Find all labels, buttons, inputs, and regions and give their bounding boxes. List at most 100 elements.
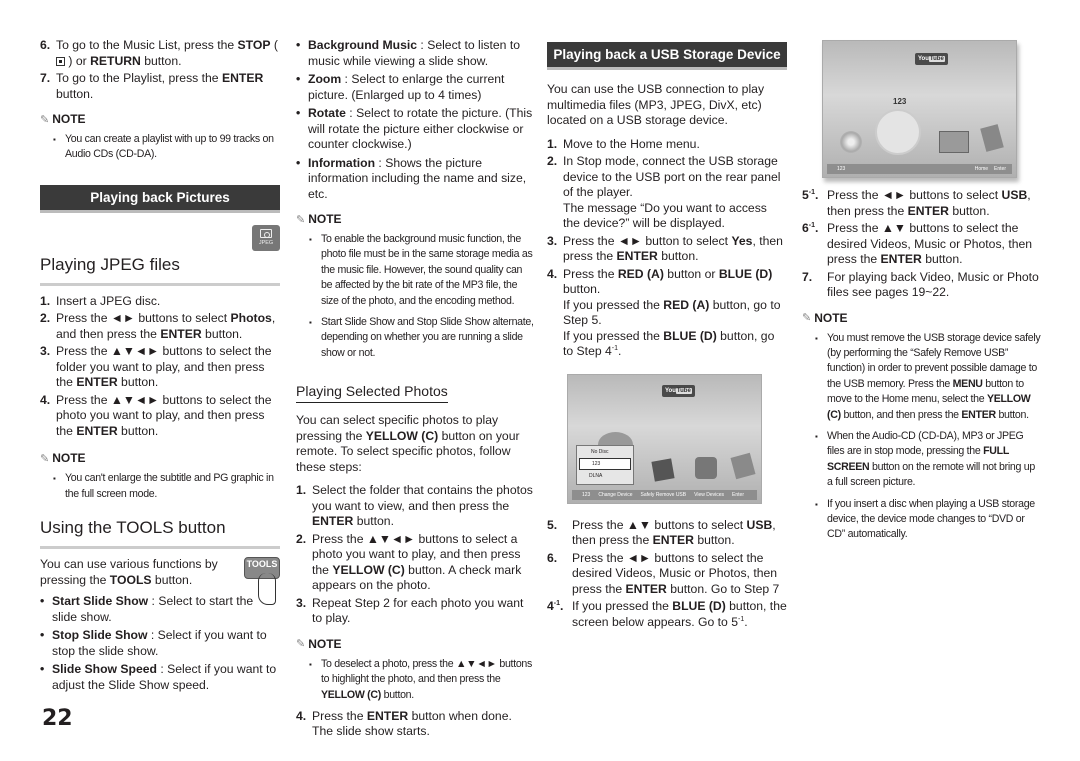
bullet-item: Zoom : Select to enlarge the current pic…	[296, 72, 534, 103]
bullet-item: Background Music : Select to listen to m…	[296, 38, 534, 69]
device-menu: No Disc 123 DLNA	[576, 444, 634, 485]
bullet-item: Stop Slide Show : Select if you want to …	[40, 628, 280, 659]
step-number: 5.	[547, 517, 558, 532]
step-number: 2.	[547, 154, 558, 168]
tools-bullets-continued: Background Music : Select to listen to m…	[296, 38, 534, 202]
menu-item: No Disc	[591, 448, 609, 455]
bar-item: Change Device	[598, 491, 633, 498]
note-heading: ✎ NOTE	[40, 112, 280, 126]
step-text: Press the ▲▼◄► buttons to select a photo…	[312, 531, 522, 593]
youtube-text: Tube	[928, 56, 945, 62]
usb-steps-after: 5. Press the ▲▼ buttons to select USB, th…	[547, 518, 787, 631]
step-item: 3. Press the ▲▼◄► buttons to select the f…	[40, 344, 280, 391]
photos-icon	[980, 124, 1004, 152]
column-1: 6. To go to the Music List, press the STO…	[40, 38, 280, 696]
note-heading: ✎ NOTE	[296, 212, 534, 226]
step-item: 7. For playing back Video, Music or Photo…	[802, 270, 1042, 301]
note-item: If you insert a disc when playing a USB …	[815, 497, 1042, 543]
step-text: Press the ENTER button when done. The sl…	[312, 708, 512, 739]
step-text: To go to the Playlist, press the ENTER b…	[56, 71, 264, 101]
youtube-logo: YouTube	[915, 53, 948, 65]
pencil-icon: ✎	[802, 312, 812, 324]
bullet-item: Start Slide Show : Select to start the s…	[40, 594, 280, 625]
step-number: 4-1.	[547, 599, 564, 613]
step-item: 4-1. If you pressed the BLUE (D) button, …	[547, 599, 787, 630]
photos-icon	[651, 457, 675, 482]
step-item: 3. Repeat Step 2 for each photo you want …	[296, 596, 534, 627]
step-number: 2.	[296, 531, 307, 546]
step-number: 6.	[40, 38, 51, 52]
note-heading: ✎ NOTE	[802, 311, 1042, 325]
bar-item: Home	[974, 166, 989, 172]
step-text: Select the folder that contains the phot…	[312, 483, 533, 529]
bar-item: Safely Remove USB	[640, 491, 687, 498]
heading-tools: Using the TOOLS button	[40, 518, 280, 550]
step-item: 2. In Stop mode, connect the USB storage …	[547, 154, 787, 232]
step-text: Press the ◄► buttons to select the desir…	[572, 550, 780, 596]
note-item: Start Slide Show and Stop Slide Show alt…	[309, 315, 534, 361]
step-item: 6. Press the ◄► buttons to select the des…	[547, 551, 787, 598]
step-item: 5-1. Press the ◄► buttons to select USB, …	[802, 188, 1042, 219]
home-screen-usb-screenshot: YouTube 123 123 Home Enter	[822, 40, 1017, 178]
note-item: You must remove the USB storage device s…	[815, 331, 1042, 423]
step-text: Press the ◄► buttons to select Photos, a…	[56, 311, 276, 341]
step-item: 1. Select the folder that contains the ph…	[296, 483, 534, 530]
note-list: To enable the background music function,…	[296, 232, 534, 361]
usb-intro: You can use the USB connection to play m…	[547, 82, 765, 127]
camera-icon	[260, 229, 272, 239]
videos-icon	[939, 131, 969, 153]
step-item: 4. Press the RED (A) button or BLUE (D) b…	[547, 267, 787, 360]
pencil-icon: ✎	[40, 113, 50, 126]
disc-icon	[840, 131, 862, 153]
youtube-text: Tube	[675, 387, 692, 394]
youtube-text: You	[665, 387, 676, 394]
note-list: You can't enlarge the subtitle and PG gr…	[40, 471, 280, 502]
step-number: 4.	[40, 392, 51, 407]
step-text: Insert a JPEG disc.	[56, 293, 161, 308]
screen-status-bar: 123 Home Enter	[827, 164, 1012, 174]
note-heading: ✎ NOTE	[40, 451, 280, 465]
step-number: 2.	[40, 311, 51, 326]
step-number: 1.	[296, 483, 307, 498]
menu-item: DLNA	[589, 472, 603, 479]
step-item: 7. To go to the Playlist, press the ENTER…	[40, 71, 280, 102]
note-list: You must remove the USB storage device s…	[802, 331, 1042, 543]
bar-item: View Devices	[694, 491, 725, 498]
note-item: To enable the background music function,…	[309, 232, 534, 309]
step-item: 2. Press the ▲▼◄► buttons to select a pho…	[296, 532, 534, 594]
heading-selected-photos: Playing Selected Photos	[296, 383, 448, 404]
jpeg-steps: 1. Insert a JPEG disc. 2. Press the ◄► butt…	[40, 294, 280, 440]
step-number: 5-1.	[802, 188, 819, 202]
step-number: 3.	[40, 344, 51, 359]
step-text: Press the ▲▼◄► buttons to select the fol…	[56, 344, 272, 390]
selected-intro: You can select specific photos to play p…	[296, 413, 520, 474]
step-number: 6-1.	[802, 221, 819, 235]
tools-bullets: Start Slide Show : Select to start the s…	[40, 594, 280, 693]
home-screen-screenshot: YouTube No Disc 123 DLNA 123 Change Devi…	[567, 373, 762, 504]
step-text: For playing back Video, Music or Photo f…	[827, 269, 1039, 300]
music-steps: 6. To go to the Music List, press the STO…	[40, 38, 280, 102]
youtube-logo: YouTube	[662, 384, 695, 397]
step-item: 4. Press the ▲▼◄► buttons to select the p…	[40, 393, 280, 440]
step-item: 6-1. Press the ▲▼ buttons to select the d…	[802, 221, 1042, 268]
videos-icon	[730, 452, 756, 479]
note-item: You can't enlarge the subtitle and PG gr…	[53, 471, 280, 502]
note-title: NOTE	[52, 112, 86, 126]
usb-steps-continued: 5-1. Press the ◄► buttons to select USB, …	[802, 188, 1042, 301]
step-text: In Stop mode, connect the USB storage de…	[563, 154, 781, 230]
heading-playing-jpeg: Playing JPEG files	[40, 255, 280, 286]
note-title: NOTE	[308, 636, 342, 651]
step-text: To go to the Music List, press the STOP …	[56, 38, 278, 68]
jpeg-icon: JPEG	[252, 224, 280, 251]
step-item: 4. Press the ENTER button when done. The …	[296, 709, 534, 740]
step-item: 2. Press the ◄► buttons to select Photos,…	[40, 311, 280, 342]
step-item: 1. Insert a JPEG disc.	[40, 294, 280, 310]
step-text: Press the RED (A) button or BLUE (D) but…	[563, 266, 781, 359]
device-label: 123	[893, 97, 907, 106]
step-number: 3.	[547, 233, 558, 248]
column-4: YouTube 123 123 Home Enter 5-1. Press the…	[802, 38, 1042, 549]
section-heading-pictures: Playing back Pictures	[40, 184, 280, 213]
page-number: 22	[42, 706, 73, 731]
bar-right: Home Enter	[975, 166, 1006, 172]
step-text: Press the ◄► button to select Yes, then …	[563, 233, 783, 264]
